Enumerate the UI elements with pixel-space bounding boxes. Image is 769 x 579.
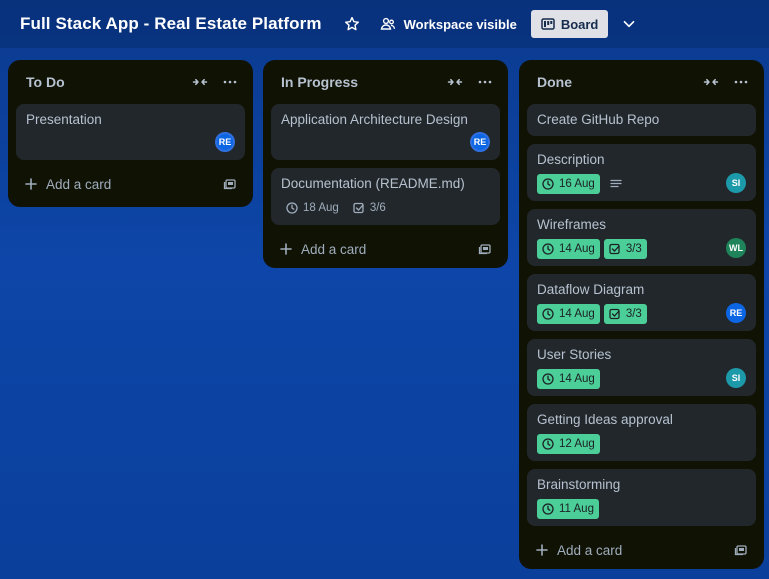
card[interactable]: User Stories 14 Aug SI	[527, 339, 756, 396]
description-icon	[604, 174, 628, 194]
card-title: Getting Ideas approval	[537, 412, 673, 427]
card[interactable]: Application Architecture Design RE	[271, 104, 500, 160]
due-date-badge[interactable]: 16 Aug	[537, 174, 600, 194]
clock-icon	[542, 178, 554, 190]
checklist-label: 3/3	[625, 243, 642, 255]
list-todo: To Do Presentation RE Add a card	[8, 60, 253, 207]
add-card-label: Add a card	[557, 542, 623, 558]
checkbox-icon	[609, 243, 620, 255]
card[interactable]: Description 16 Aug SI	[527, 144, 756, 201]
board-header: Full Stack App - Real Estate Platform Wo…	[0, 0, 769, 48]
more-icon[interactable]	[472, 69, 498, 95]
list-header: Done	[527, 60, 756, 104]
board-title[interactable]: Full Stack App - Real Estate Platform	[20, 14, 322, 34]
add-card-button[interactable]: Add a card	[527, 534, 756, 566]
template-icon[interactable]	[734, 543, 748, 557]
card-title: Create GitHub Repo	[537, 112, 660, 127]
card-title: Dataflow Diagram	[537, 282, 645, 297]
avatar[interactable]: SI	[726, 173, 746, 193]
due-date-label: 16 Aug	[559, 178, 595, 190]
list-title[interactable]: In Progress	[281, 74, 358, 90]
collapse-icon[interactable]	[187, 69, 213, 95]
template-icon[interactable]	[478, 242, 492, 256]
list-title[interactable]: To Do	[26, 74, 65, 90]
due-date-badge[interactable]: 11 Aug	[537, 499, 599, 519]
due-date-label: 12 Aug	[559, 438, 595, 450]
list-header: To Do	[16, 60, 245, 104]
clock-icon	[542, 503, 554, 515]
card-title: Wireframes	[537, 217, 607, 232]
card-title: Brainstorming	[537, 477, 621, 492]
plus-icon	[536, 544, 548, 556]
more-icon[interactable]	[728, 69, 754, 95]
template-icon[interactable]	[223, 177, 237, 191]
checklist-badge: 3/3	[603, 239, 647, 259]
add-card-label: Add a card	[46, 176, 112, 192]
due-date-badge[interactable]: 12 Aug	[537, 434, 600, 454]
collapse-icon[interactable]	[698, 69, 724, 95]
board-view-label: Board	[560, 16, 599, 32]
list-done: Done Create GitHub Repo Description 16 A…	[519, 60, 764, 569]
clock-icon	[542, 308, 554, 320]
card-title: Application Architecture Design	[281, 112, 468, 127]
avatar[interactable]: RE	[215, 132, 235, 152]
clock-icon	[542, 243, 554, 255]
checkbox-icon	[353, 202, 364, 214]
board-view-button[interactable]: Board	[530, 10, 609, 38]
due-date-label: 14 Aug	[559, 243, 595, 255]
add-card-button[interactable]: Add a card	[16, 168, 245, 200]
checkbox-icon	[609, 308, 620, 320]
card[interactable]: Documentation (README.md) 18 Aug 3/6	[271, 168, 500, 225]
workspace-visible-button[interactable]: Workspace visible	[374, 10, 523, 38]
people-icon	[380, 17, 395, 30]
card-title: Presentation	[26, 112, 102, 127]
card[interactable]: Wireframes 14 Aug 3/3 WL	[527, 209, 756, 266]
card[interactable]: Dataflow Diagram 14 Aug 3/3 RE	[527, 274, 756, 331]
avatar[interactable]: RE	[470, 132, 490, 152]
due-date-label: 14 Aug	[559, 308, 595, 320]
card-title: Documentation (README.md)	[281, 176, 465, 191]
card[interactable]: Getting Ideas approval 12 Aug	[527, 404, 756, 461]
card[interactable]: Brainstorming 11 Aug	[527, 469, 756, 526]
checklist-badge: 3/3	[603, 304, 647, 324]
due-date-badge[interactable]: 18 Aug	[281, 198, 344, 218]
star-icon[interactable]	[340, 12, 364, 36]
list-title[interactable]: Done	[537, 74, 572, 90]
list-header: In Progress	[271, 60, 500, 104]
plus-icon	[280, 243, 292, 255]
list-in-progress: In Progress Application Architecture Des…	[263, 60, 508, 268]
due-date-label: 14 Aug	[559, 373, 595, 385]
checklist-badge: 3/6	[348, 198, 391, 218]
plus-icon	[25, 178, 37, 190]
clock-icon	[542, 373, 554, 385]
more-icon[interactable]	[217, 69, 243, 95]
card-title: Description	[537, 152, 605, 167]
avatar[interactable]: RE	[726, 303, 746, 323]
board-icon	[541, 18, 555, 30]
checklist-label: 3/3	[625, 308, 642, 320]
workspace-visible-label: Workspace visible	[403, 16, 517, 32]
avatar[interactable]: SI	[726, 368, 746, 388]
card[interactable]: Create GitHub Repo	[527, 104, 756, 136]
chevron-down-icon[interactable]	[618, 10, 640, 38]
due-date-label: 18 Aug	[303, 202, 339, 214]
add-card-button[interactable]: Add a card	[271, 233, 500, 265]
card-title: User Stories	[537, 347, 612, 362]
checklist-label: 3/6	[369, 202, 386, 214]
card[interactable]: Presentation RE	[16, 104, 245, 160]
due-date-badge[interactable]: 14 Aug	[537, 369, 600, 389]
collapse-icon[interactable]	[442, 69, 468, 95]
due-date-badge[interactable]: 14 Aug	[537, 304, 600, 324]
avatar[interactable]: WL	[726, 238, 746, 258]
due-date-badge[interactable]: 14 Aug	[537, 239, 600, 259]
clock-icon	[542, 438, 554, 450]
add-card-label: Add a card	[301, 241, 367, 257]
due-date-label: 11 Aug	[559, 503, 594, 515]
clock-icon	[286, 202, 298, 214]
